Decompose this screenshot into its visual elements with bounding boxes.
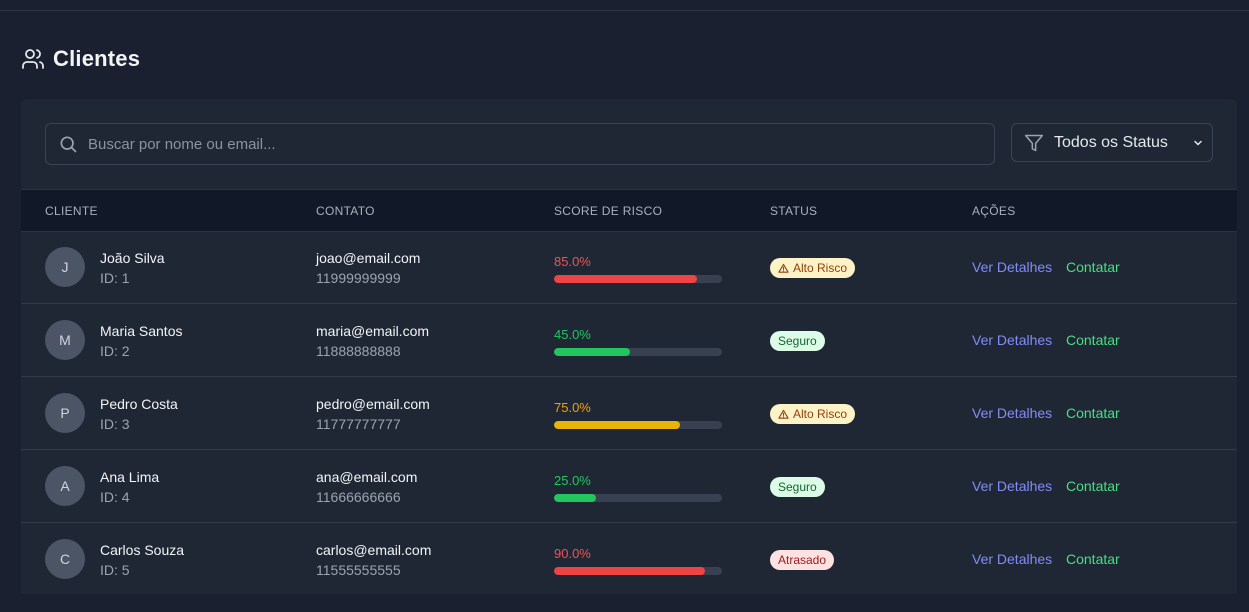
client-email: joao@email.com [316, 250, 421, 266]
client-email: pedro@email.com [316, 396, 430, 412]
filter-icon [1024, 133, 1044, 153]
search-input[interactable] [86, 134, 994, 154]
status-badge-label: Alto Risco [793, 261, 848, 275]
view-details-link[interactable]: Ver Detalhes [972, 259, 1052, 275]
status-badge: Alto Risco [770, 404, 856, 424]
risk-score-value: 85.0% [554, 254, 591, 269]
header-acoes: AÇÕES [972, 204, 1016, 218]
risk-score-fill [554, 567, 706, 575]
search-box[interactable] [45, 123, 995, 165]
client-name: Ana Lima [100, 469, 160, 485]
avatar: A [45, 466, 85, 506]
client-phone: 11555555555 [316, 562, 401, 578]
table-header: CLIENTE CONTATO SCORE DE RISCO STATUS AÇ… [21, 189, 1237, 232]
avatar: J [45, 247, 85, 287]
risk-score-fill [554, 494, 596, 502]
view-details-link[interactable]: Ver Detalhes [972, 478, 1052, 494]
contact-link[interactable]: Contatar [1066, 259, 1120, 275]
header-contato: CONTATO [316, 204, 375, 218]
client-phone: 11888888888 [316, 343, 401, 359]
client-email: carlos@email.com [316, 542, 432, 558]
status-badge-label: Atrasado [778, 553, 827, 567]
header-score: SCORE DE RISCO [554, 204, 663, 218]
contact-link[interactable]: Contatar [1066, 551, 1120, 567]
table-row: M Maria Santos ID: 2 maria@email.com 1188888… [21, 304, 1237, 377]
client-id: ID: 3 [100, 416, 130, 432]
client-phone: 11999999999 [316, 270, 401, 286]
view-details-link[interactable]: Ver Detalhes [972, 332, 1052, 348]
risk-score-value: 25.0% [554, 473, 591, 488]
risk-score-value: 90.0% [554, 546, 591, 561]
status-badge: Seguro [770, 477, 825, 497]
search-icon [58, 134, 78, 154]
risk-score-bar [554, 494, 722, 502]
avatar: P [45, 393, 85, 433]
chevron-down-icon [1192, 137, 1204, 149]
table-row: A Ana Lima ID: 4 ana@email.com 11666666666 25… [21, 450, 1237, 523]
status-badge: Alto Risco [770, 258, 856, 278]
client-email: maria@email.com [316, 323, 430, 339]
page-header: Clientes [21, 46, 140, 72]
alert-triangle-icon [778, 263, 789, 274]
risk-score-fill [554, 421, 680, 429]
client-name: Carlos Souza [100, 542, 185, 558]
table-row: P Pedro Costa ID: 3 pedro@email.com 11777777… [21, 377, 1237, 450]
client-id: ID: 5 [100, 562, 130, 578]
contact-link[interactable]: Contatar [1066, 478, 1120, 494]
client-id: ID: 2 [100, 343, 130, 359]
risk-score-value: 45.0% [554, 327, 591, 342]
client-email: ana@email.com [316, 469, 418, 485]
status-badge-label: Seguro [778, 334, 817, 348]
client-phone: 11777777777 [316, 416, 401, 432]
page-title: Clientes [53, 46, 141, 71]
client-name: Pedro Costa [100, 396, 178, 412]
status-filter-value: Todos os Status [1054, 133, 1168, 151]
alert-triangle-icon [778, 409, 789, 420]
risk-score-fill [554, 275, 697, 283]
status-badge: Atrasado [770, 550, 835, 570]
client-id: ID: 4 [100, 489, 130, 505]
avatar: M [45, 320, 85, 360]
risk-score-bar [554, 348, 722, 356]
view-details-link[interactable]: Ver Detalhes [972, 551, 1052, 567]
table-row: C Carlos Souza ID: 5 carlos@email.com 115555… [21, 523, 1237, 594]
client-name: Maria Santos [100, 323, 183, 339]
client-name: João Silva [100, 250, 165, 266]
risk-score-bar [554, 421, 722, 429]
client-phone: 11666666666 [316, 489, 401, 505]
risk-score-fill [554, 348, 630, 356]
risk-score-value: 75.0% [554, 400, 591, 415]
status-filter-select[interactable]: Todos os Status [1011, 123, 1213, 162]
client-id: ID: 1 [100, 270, 130, 286]
contact-link[interactable]: Contatar [1066, 405, 1120, 421]
top-divider [0, 10, 1249, 11]
status-badge-label: Alto Risco [793, 407, 848, 421]
clients-card: Todos os Status CLIENTE CONTATO SCORE DE… [21, 99, 1237, 594]
users-icon [21, 47, 45, 71]
avatar: C [45, 539, 85, 579]
header-status: STATUS [770, 204, 818, 218]
status-badge: Seguro [770, 331, 825, 351]
status-badge-label: Seguro [778, 480, 817, 494]
contact-link[interactable]: Contatar [1066, 332, 1120, 348]
risk-score-bar [554, 275, 722, 283]
view-details-link[interactable]: Ver Detalhes [972, 405, 1052, 421]
table-row: J João Silva ID: 1 joao@email.com 1199999999… [21, 231, 1237, 304]
header-cliente: CLIENTE [45, 204, 98, 218]
risk-score-bar [554, 567, 722, 575]
